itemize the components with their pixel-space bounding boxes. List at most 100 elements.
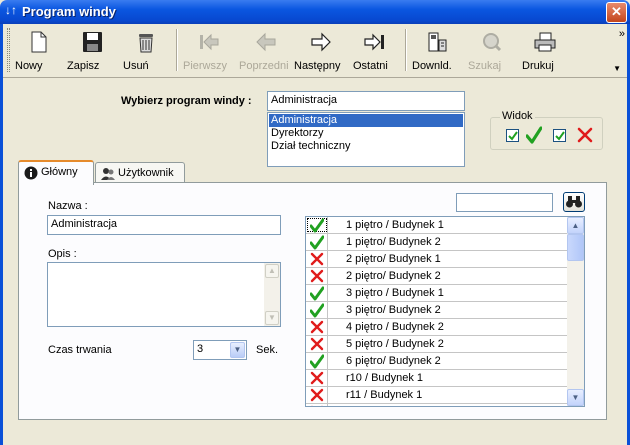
- toolbar-separator: [405, 29, 407, 71]
- print-button[interactable]: Drukuj: [522, 28, 568, 74]
- denied-x-icon: [310, 371, 324, 385]
- scroll-down-icon[interactable]: ▼: [567, 389, 584, 406]
- floor-name: 3 piętro / Budynek 1: [346, 287, 444, 299]
- table-row[interactable]: 1 piętro / Budynek 1: [306, 217, 568, 234]
- duration-label: Czas trwania: [48, 344, 112, 356]
- allowed-green-check-icon: [526, 126, 542, 144]
- toolbar-grip[interactable]: [7, 28, 10, 72]
- table-row[interactable]: 4 piętro / Budynek 2: [306, 319, 568, 336]
- delete-button[interactable]: Usuń: [123, 28, 168, 74]
- next-button-label: Następny: [294, 60, 341, 72]
- program-list-item[interactable]: Dyrektorzy: [269, 127, 463, 140]
- last-button[interactable]: Ostatni: [353, 28, 397, 74]
- show-allowed-checkbox[interactable]: [506, 129, 519, 142]
- print-button-label: Drukuj: [522, 60, 554, 72]
- view-filter-title: Widok: [500, 110, 535, 122]
- description-label: Opis :: [48, 248, 77, 260]
- table-row[interactable]: 2 piętro/ Budynek 2: [306, 268, 568, 285]
- search-button-label: Szukaj: [468, 60, 502, 72]
- chevron-down-icon[interactable]: ▼: [230, 342, 245, 358]
- table-row[interactable]: 2 piętro/ Budynek 1: [306, 251, 568, 268]
- window-title: Program windy: [22, 4, 116, 19]
- allowed-check-icon: [310, 286, 324, 301]
- users-icon: [101, 168, 115, 180]
- floor-list-scrollbar[interactable]: ▲ ▼: [567, 217, 584, 406]
- checkmark-icon: [508, 131, 518, 141]
- show-denied-checkbox[interactable]: [553, 129, 566, 142]
- window-frame-left: [0, 24, 3, 445]
- tab-main[interactable]: Główny: [18, 160, 94, 185]
- first-button-label: Pierwszy: [183, 60, 228, 72]
- program-list-item[interactable]: Administracja: [269, 114, 463, 127]
- scrollbar-thumb[interactable]: [567, 234, 584, 261]
- delete-button-label: Usuń: [123, 60, 149, 72]
- table-row[interactable]: 3 piętro / Budynek 1: [306, 285, 568, 302]
- floor-name: 1 piętro / Budynek 1: [346, 219, 444, 231]
- program-select-input[interactable]: Administracja: [267, 91, 465, 111]
- name-input[interactable]: Administracja: [47, 215, 281, 235]
- floor-list[interactable]: 1 piętro / Budynek 1 1 piętro/ Budynek 2…: [305, 216, 585, 407]
- table-row[interactable]: 6 piętro/ Budynek 2: [306, 353, 568, 370]
- program-select-label: Wybierz program windy :: [121, 95, 252, 107]
- view-filter-group: Widok: [490, 110, 603, 150]
- previous-button-label: Poprzedni: [239, 60, 289, 72]
- program-list[interactable]: Administracja Dyrektorzy Dział techniczn…: [267, 112, 465, 167]
- duration-value: 3: [197, 343, 204, 355]
- close-button[interactable]: ✕: [606, 2, 627, 23]
- floppy-disk-icon: [83, 32, 102, 52]
- floor-name: 5 piętro / Budynek 2: [346, 338, 444, 350]
- denied-x-icon: [310, 337, 324, 351]
- floor-name: 2 piętro/ Budynek 2: [346, 270, 441, 282]
- scroll-up-icon[interactable]: ▲: [567, 217, 584, 234]
- duration-select[interactable]: 3 ▼: [193, 340, 247, 360]
- first-record-icon: [200, 33, 219, 51]
- toolbar-overflow-chevron[interactable]: »: [619, 28, 625, 40]
- description-textarea[interactable]: ▲ ▼: [47, 262, 281, 327]
- table-row[interactable]: [306, 404, 568, 406]
- new-document-icon: [31, 31, 46, 53]
- table-row[interactable]: r10 / Budynek 1: [306, 370, 568, 387]
- tab-user[interactable]: Użytkownik: [95, 162, 185, 183]
- next-button[interactable]: Następny: [294, 28, 348, 74]
- floor-name: 3 piętro/ Budynek 2: [346, 304, 441, 316]
- duration-unit: Sek.: [256, 344, 279, 356]
- binoculars-icon: [566, 196, 582, 208]
- table-row[interactable]: 3 piętro/ Budynek 2: [306, 302, 568, 319]
- floor-name: r11 / Budynek 1: [346, 389, 423, 401]
- floor-name: 2 piętro/ Budynek 1: [346, 253, 441, 265]
- next-arrow-icon: [311, 32, 331, 52]
- search-button[interactable]: Szukaj: [468, 28, 516, 74]
- save-button-label: Zapisz: [67, 60, 100, 72]
- download-button[interactable]: Downld.: [412, 28, 462, 74]
- scroll-down-icon[interactable]: ▼: [265, 311, 279, 325]
- last-record-icon: [364, 33, 384, 51]
- toolbar: Nowy Zapisz Usuń Pierwszy Poprzedni Nast…: [3, 24, 627, 78]
- checkmark-icon: [555, 131, 565, 141]
- toolbar-overflow-dropdown[interactable]: ▼: [613, 64, 621, 73]
- previous-button[interactable]: Poprzedni: [239, 28, 293, 74]
- tab-user-label: Użytkownik: [118, 167, 174, 179]
- search-icon: [483, 33, 502, 52]
- title-bar: ↓↑ Program windy ✕: [0, 0, 630, 24]
- download-button-label: Downld.: [412, 60, 452, 72]
- scroll-up-icon[interactable]: ▲: [265, 264, 279, 278]
- table-row[interactable]: 5 piętro / Budynek 2: [306, 336, 568, 353]
- floor-name: 4 piętro / Budynek 2: [346, 321, 444, 333]
- find-button[interactable]: [563, 192, 585, 212]
- denied-x-icon: [310, 269, 324, 283]
- toolbar-separator: [176, 29, 178, 71]
- denied-red-x-icon: [577, 127, 593, 143]
- program-list-item[interactable]: Dział techniczny: [269, 140, 463, 153]
- name-label: Nazwa :: [48, 200, 88, 212]
- floor-search-input[interactable]: [456, 193, 553, 212]
- first-button[interactable]: Pierwszy: [183, 28, 235, 74]
- allowed-check-icon: [310, 218, 324, 233]
- table-row[interactable]: r11 / Budynek 1: [306, 387, 568, 404]
- denied-x-icon: [311, 405, 323, 406]
- table-row[interactable]: 1 piętro/ Budynek 2: [306, 234, 568, 251]
- new-button[interactable]: Nowy: [15, 28, 60, 74]
- save-button[interactable]: Zapisz: [67, 28, 117, 74]
- description-scrollbar[interactable]: ▲ ▼: [264, 263, 280, 326]
- printer-icon: [534, 32, 556, 52]
- trash-bin-icon: [138, 34, 153, 53]
